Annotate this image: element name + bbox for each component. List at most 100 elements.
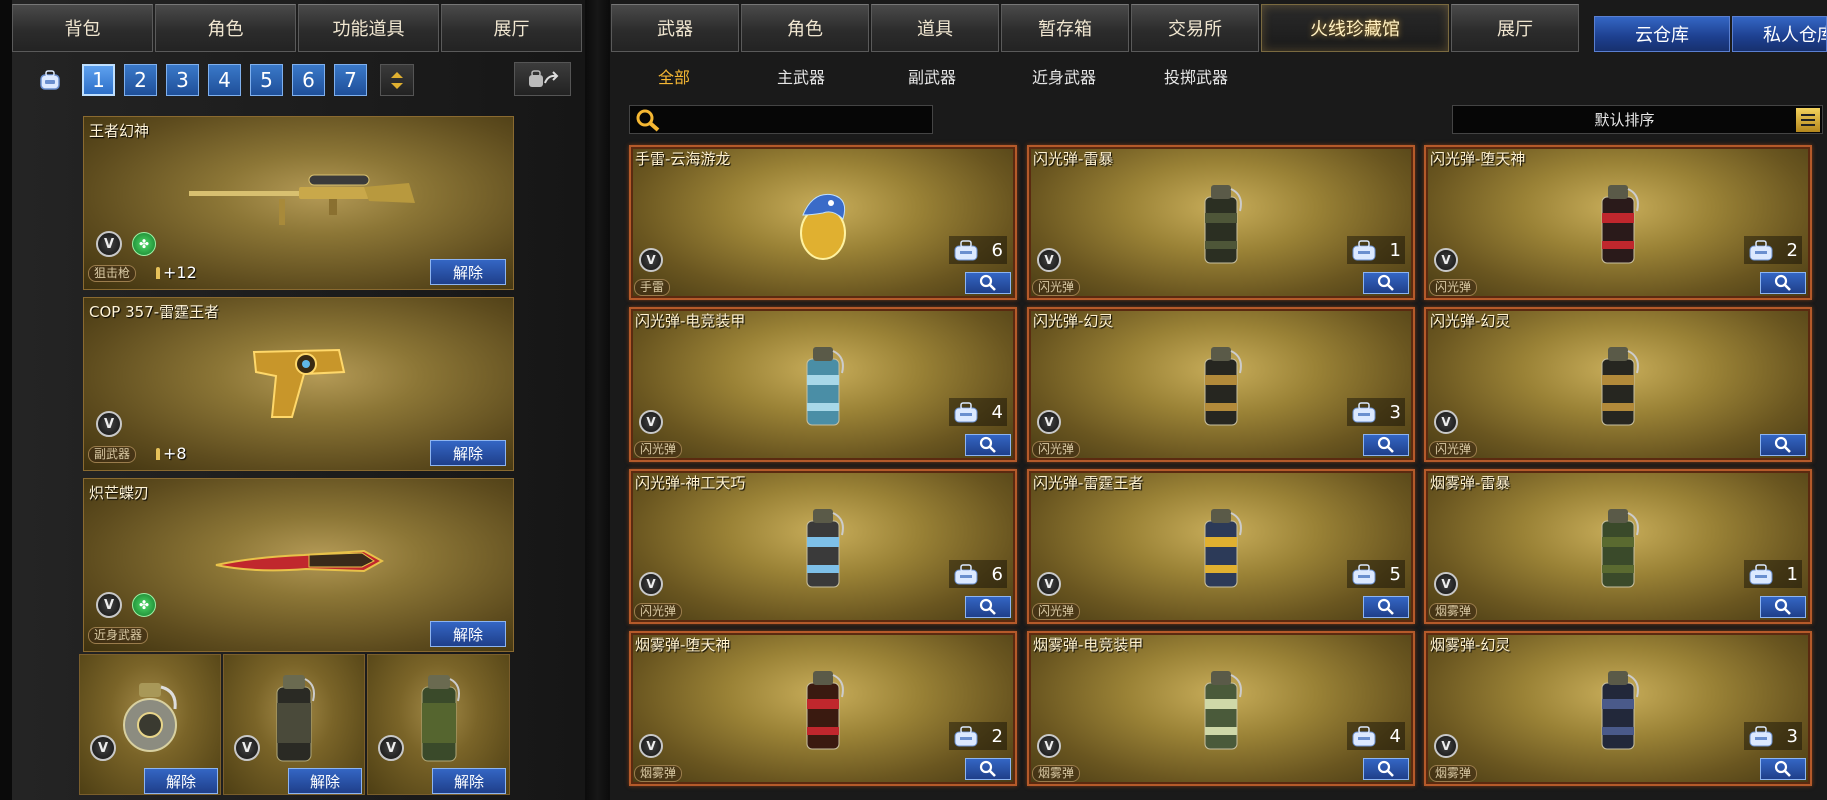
sort-dropdown[interactable]: 默认排序 bbox=[1452, 105, 1823, 134]
item-category: 烟雾弹 bbox=[1032, 765, 1081, 782]
item-category: 闪光弹 bbox=[634, 603, 683, 620]
item-card[interactable]: 闪光弹-雷暴 V 闪光弹 1 bbox=[1027, 145, 1415, 300]
inspect-button[interactable] bbox=[1760, 272, 1806, 294]
grenade-image bbox=[1601, 347, 1639, 426]
tab-label: 交易所 bbox=[1168, 19, 1222, 40]
item-card[interactable]: 烟雾弹-幻灵 V 烟雾弹 3 bbox=[1424, 631, 1812, 786]
tab-character[interactable]: 角色 bbox=[741, 4, 869, 52]
release-label: 解除 bbox=[453, 772, 484, 791]
item-card[interactable]: 烟雾弹-电竞装甲 V 烟雾弹 4 bbox=[1027, 631, 1415, 786]
inspect-button[interactable] bbox=[965, 596, 1011, 618]
subtab-melee[interactable]: 近身武器 bbox=[998, 56, 1130, 92]
page-up-down-button[interactable] bbox=[380, 64, 414, 96]
backpack-icon bbox=[1749, 564, 1773, 585]
sniper-rifle-image bbox=[188, 174, 415, 225]
item-count-value: 3 bbox=[1389, 401, 1401, 423]
subtab-primary[interactable]: 主武器 bbox=[736, 56, 866, 92]
page-button-2[interactable]: 2 bbox=[124, 64, 157, 96]
item-card[interactable]: 闪光弹-幻灵 V 闪光弹 3 bbox=[1027, 307, 1415, 462]
page-button-6[interactable]: 6 bbox=[292, 64, 325, 96]
item-card[interactable]: 闪光弹-神工天巧 V 闪光弹 6 bbox=[629, 469, 1017, 624]
backpack-icon bbox=[1352, 402, 1376, 423]
subtab-all[interactable]: 全部 bbox=[612, 56, 736, 92]
equipped-melee-weapon[interactable]: 炽芒蝶刃 V ✤ 近身武器 解除 bbox=[83, 478, 514, 652]
item-card[interactable]: 闪光弹-雷霆王者 V 闪光弹 5 bbox=[1027, 469, 1415, 624]
grenade-slot-3[interactable]: V 解除 bbox=[367, 654, 510, 795]
tab-items[interactable]: 道具 bbox=[871, 4, 999, 52]
share-button[interactable] bbox=[514, 62, 571, 96]
page-button-4[interactable]: 4 bbox=[208, 64, 241, 96]
page-button-5[interactable]: 5 bbox=[250, 64, 283, 96]
v-badge-icon: V bbox=[1434, 572, 1458, 596]
grenade-image bbox=[1204, 185, 1242, 264]
tab-backpack[interactable]: 背包 bbox=[12, 4, 153, 52]
subtab-throwable[interactable]: 投掷武器 bbox=[1130, 56, 1262, 92]
inspect-button[interactable] bbox=[1760, 596, 1806, 618]
tab-storage-box[interactable]: 暂存箱 bbox=[1001, 4, 1129, 52]
weapon-category: 副武器 bbox=[88, 446, 137, 463]
tab-character[interactable]: 角色 bbox=[155, 4, 296, 52]
tab-private-storage[interactable]: 私人仓库 bbox=[1732, 16, 1827, 52]
magnifier-icon bbox=[1774, 274, 1791, 291]
magnifier-icon bbox=[1377, 598, 1394, 615]
item-category: 烟雾弹 bbox=[1429, 603, 1478, 620]
equipped-secondary-weapon[interactable]: COP 357-雷霆王者 V 副武器 +8 解除 bbox=[83, 297, 514, 471]
sort-menu-icon[interactable] bbox=[1796, 107, 1820, 132]
item-count: 3 bbox=[1744, 722, 1802, 750]
release-button[interactable]: 解除 bbox=[430, 621, 506, 647]
tab-label: 武器 bbox=[657, 19, 693, 40]
backpack-icon bbox=[954, 726, 978, 747]
grenade-slot-2[interactable]: V 解除 bbox=[223, 654, 365, 795]
inspect-button[interactable] bbox=[965, 434, 1011, 456]
search-input[interactable] bbox=[661, 106, 932, 133]
item-count-value: 4 bbox=[1389, 725, 1401, 747]
inspect-button[interactable] bbox=[1363, 272, 1409, 294]
item-card[interactable]: 闪光弹-幻灵 V 闪光弹 bbox=[1424, 307, 1812, 462]
tab-collection-hall[interactable]: 火线珍藏馆 bbox=[1261, 4, 1449, 52]
backpack-icon bbox=[1352, 726, 1376, 747]
inspect-button[interactable] bbox=[965, 272, 1011, 294]
inspect-button[interactable] bbox=[1760, 758, 1806, 780]
v-badge-icon: V bbox=[1434, 248, 1458, 272]
item-name: 闪光弹-堕天神 bbox=[1430, 150, 1526, 168]
tab-weapons[interactable]: 武器 bbox=[611, 4, 739, 52]
release-button[interactable]: 解除 bbox=[144, 768, 218, 794]
pistol-image bbox=[252, 348, 345, 418]
backpack-icon bbox=[1749, 726, 1773, 747]
equipped-primary-weapon[interactable]: 王者幻神 V ✤ 狙击枪 +12 解除 bbox=[83, 116, 514, 290]
page-button-3[interactable]: 3 bbox=[166, 64, 199, 96]
item-card[interactable]: 烟雾弹-堕天神 V 烟雾弹 2 bbox=[629, 631, 1017, 786]
tab-cloud-storage[interactable]: 云仓库 bbox=[1594, 16, 1730, 52]
release-button[interactable]: 解除 bbox=[288, 768, 362, 794]
item-card[interactable]: 烟雾弹-雷暴 V 烟雾弹 1 bbox=[1424, 469, 1812, 624]
tab-exchange[interactable]: 交易所 bbox=[1131, 4, 1259, 52]
release-button[interactable]: 解除 bbox=[430, 259, 506, 285]
inspect-button[interactable] bbox=[1760, 434, 1806, 456]
tab-showroom[interactable]: 展厅 bbox=[1451, 4, 1579, 52]
item-card[interactable]: 闪光弹-电竞装甲 V 闪光弹 4 bbox=[629, 307, 1017, 462]
share-icon bbox=[528, 70, 558, 87]
item-card[interactable]: 闪光弹-堕天神 V 闪光弹 2 bbox=[1424, 145, 1812, 300]
item-count: 5 bbox=[1347, 560, 1405, 588]
item-card[interactable]: 手雷-云海游龙 V 手雷 6 bbox=[629, 145, 1017, 300]
subtab-secondary[interactable]: 副武器 bbox=[866, 56, 998, 92]
page-button-1[interactable]: 1 bbox=[82, 64, 115, 96]
search-bar bbox=[629, 105, 933, 134]
inspect-button[interactable] bbox=[1363, 758, 1409, 780]
inspect-button[interactable] bbox=[1363, 434, 1409, 456]
release-button[interactable]: 解除 bbox=[430, 440, 506, 466]
tab-function-items[interactable]: 功能道具 bbox=[298, 4, 439, 52]
item-count-value: 3 bbox=[1786, 725, 1798, 747]
tab-showroom[interactable]: 展厅 bbox=[441, 4, 582, 52]
page-button-7[interactable]: 7 bbox=[334, 64, 367, 96]
v-badge-icon: V bbox=[1037, 734, 1061, 758]
weapon-category: 近身武器 bbox=[88, 627, 149, 644]
grenade-slot-1[interactable]: V 解除 bbox=[79, 654, 221, 795]
item-count: 2 bbox=[949, 722, 1007, 750]
backpack-icon bbox=[1352, 564, 1376, 585]
inspect-button[interactable] bbox=[965, 758, 1011, 780]
inspect-button[interactable] bbox=[1363, 596, 1409, 618]
tab-label: 云仓库 bbox=[1635, 25, 1689, 46]
item-category: 闪光弹 bbox=[1429, 441, 1478, 458]
release-button[interactable]: 解除 bbox=[432, 768, 506, 794]
